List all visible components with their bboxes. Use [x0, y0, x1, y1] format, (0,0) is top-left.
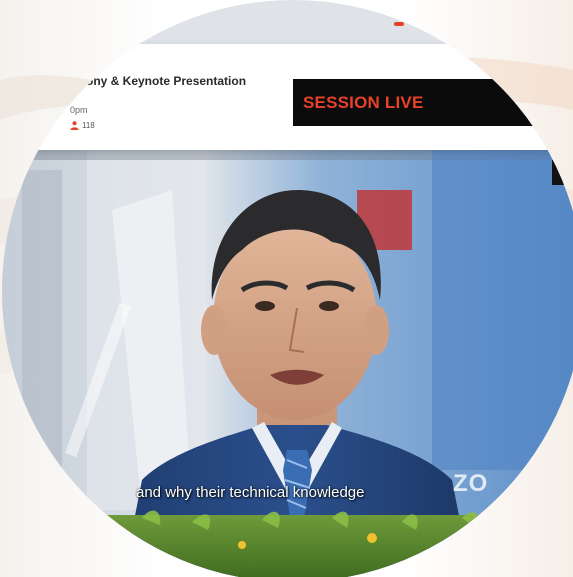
video-player[interactable]	[2, 150, 573, 577]
attendee-count-label: 118	[82, 121, 95, 130]
session-card[interactable]: ony & Keynote Presentation 0pm 118 SESSI…	[2, 44, 573, 150]
screen: ony & Keynote Presentation 0pm 118 SESSI…	[0, 0, 573, 577]
session-live-banner: SESSION LIVE	[293, 79, 533, 126]
zoom-watermark: ZO	[453, 470, 489, 497]
attendee-count: 118	[70, 121, 95, 130]
circular-viewport: ony & Keynote Presentation 0pm 118 SESSI…	[2, 0, 573, 577]
session-title: ony & Keynote Presentation	[86, 74, 247, 88]
accent-mark	[394, 22, 404, 26]
video-frame	[2, 150, 573, 577]
video-subtitle: and why their technical knowledge	[136, 484, 365, 501]
session-live-label: SESSION LIVE	[303, 92, 424, 112]
person-icon	[70, 121, 79, 130]
session-time: 0pm	[70, 105, 88, 115]
